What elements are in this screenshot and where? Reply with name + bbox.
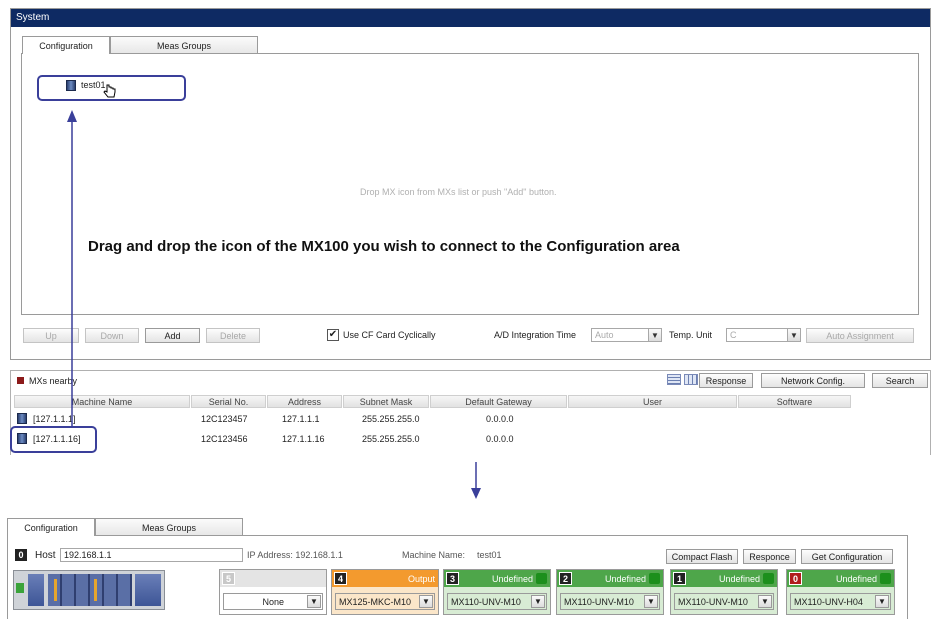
- module-select[interactable]: MX110-UNV-M10 ▼: [560, 593, 660, 610]
- slot-label: Undefined: [835, 573, 877, 584]
- slot-0[interactable]: 0 Undefined MX110-UNV-H04 ▼: [786, 569, 895, 615]
- compact-flash-button[interactable]: Compact Flash: [666, 549, 738, 564]
- module-value: MX110-UNV-M10: [564, 596, 634, 607]
- connector-icon: [649, 573, 660, 584]
- slot-5[interactable]: 5 None ▼: [219, 569, 327, 615]
- chevron-down-icon[interactable]: ▼: [758, 595, 772, 608]
- tab-configuration[interactable]: Configuration: [22, 36, 110, 54]
- tab-configuration-label: Configuration: [39, 40, 93, 51]
- module-value: None: [262, 596, 284, 607]
- chevron-down-icon[interactable]: ▼: [644, 595, 658, 608]
- module-select[interactable]: None ▼: [223, 593, 323, 610]
- host-number-badge: 0: [15, 549, 27, 561]
- tab-meas-groups-label: Meas Groups: [141, 522, 197, 533]
- tab-configuration-label: Configuration: [24, 522, 78, 533]
- chevron-down-icon[interactable]: ▼: [875, 595, 889, 608]
- slot-header: 5: [220, 570, 326, 587]
- host-input[interactable]: 192.168.1.1: [60, 548, 243, 562]
- connector-icon: [536, 573, 547, 584]
- module-value: MX110-UNV-H04: [794, 596, 863, 607]
- chevron-down-icon[interactable]: ▼: [419, 595, 433, 608]
- slot-header: 0 Undefined: [787, 570, 894, 587]
- module-value: MX110-UNV-M10: [451, 596, 521, 607]
- tab-meas-groups-bottom[interactable]: Meas Groups: [95, 518, 243, 536]
- slot-number: 5: [222, 572, 235, 585]
- slot-number: 4: [334, 572, 347, 585]
- slot-label: Undefined: [491, 573, 533, 584]
- chevron-down-icon[interactable]: ▼: [531, 595, 545, 608]
- slot-number: 2: [559, 572, 572, 585]
- slot-number: 1: [673, 572, 686, 585]
- slot-header: 3 Undefined: [444, 570, 550, 587]
- slot-4[interactable]: 4 Output MX125-MKC-M10 ▼: [331, 569, 439, 615]
- responce-button[interactable]: Responce: [743, 549, 796, 564]
- module-select[interactable]: MX110-UNV-M10 ▼: [674, 593, 774, 610]
- get-configuration-button[interactable]: Get Configuration: [801, 549, 893, 564]
- slot-header: 4 Output: [332, 570, 438, 587]
- slot-number: 3: [446, 572, 459, 585]
- module-value: MX110-UNV-M10: [678, 596, 748, 607]
- slot-3[interactable]: 3 Undefined MX110-UNV-M10 ▼: [443, 569, 551, 615]
- slot-label: Undefined: [604, 573, 646, 584]
- connector-icon: [763, 573, 774, 584]
- chevron-down-icon[interactable]: ▼: [307, 595, 321, 608]
- slot-header: 1 Undefined: [671, 570, 777, 587]
- slot-1[interactable]: 1 Undefined MX110-UNV-M10 ▼: [670, 569, 778, 615]
- ip-address-text: IP Address: 192.168.1.1: [247, 550, 343, 560]
- module-select[interactable]: MX125-MKC-M10 ▼: [335, 593, 435, 610]
- slot-header: 2 Undefined: [557, 570, 663, 587]
- module-value: MX125-MKC-M10: [339, 596, 412, 607]
- slot-label: Undefined: [718, 573, 760, 584]
- machine-name-label: Machine Name:: [402, 550, 466, 560]
- module-select[interactable]: MX110-UNV-M10 ▼: [447, 593, 547, 610]
- host-label: Host: [35, 550, 56, 561]
- slot-number: 0: [789, 572, 802, 585]
- connector-icon: [880, 573, 891, 584]
- tab-configuration-bottom[interactable]: Configuration: [7, 518, 95, 536]
- slot-2[interactable]: 2 Undefined MX110-UNV-M10 ▼: [556, 569, 664, 615]
- mx100-hardware-image: [13, 570, 165, 610]
- slot-label: Output: [407, 573, 435, 584]
- machine-name-value: test01: [477, 550, 502, 560]
- module-select[interactable]: MX110-UNV-H04 ▼: [790, 593, 891, 610]
